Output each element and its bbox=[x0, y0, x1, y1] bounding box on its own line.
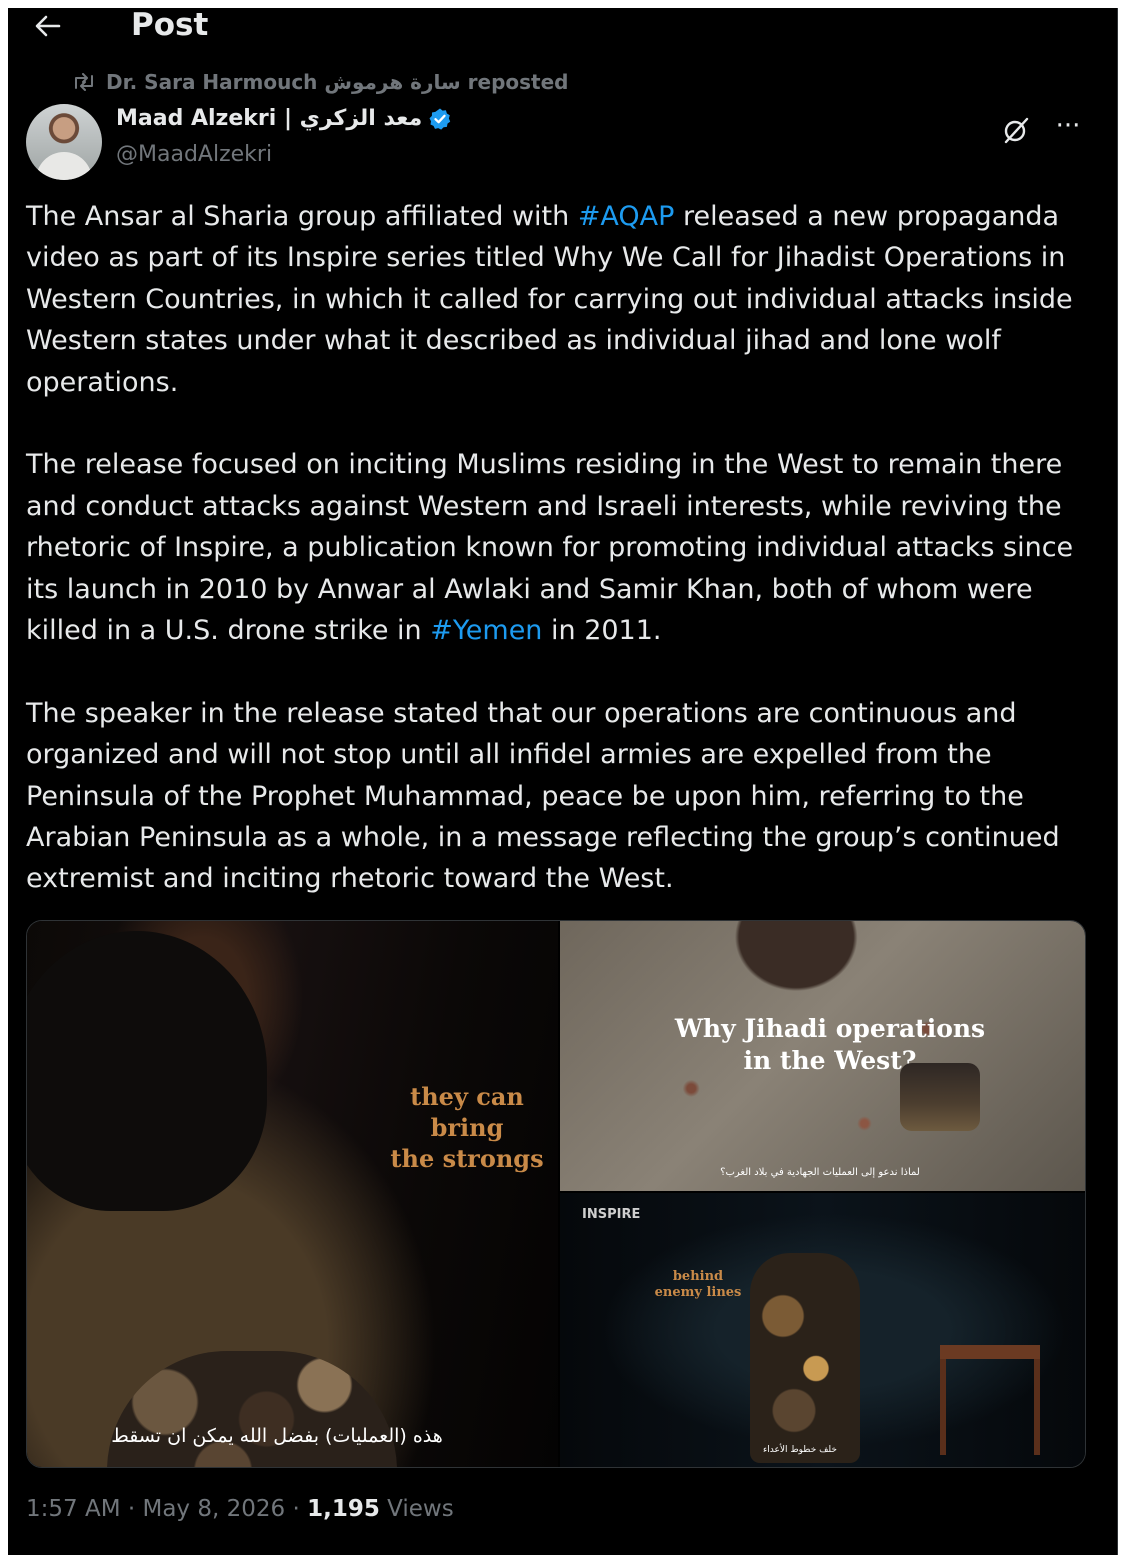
grok-icon bbox=[1004, 117, 1029, 144]
post-paragraph-2: The release focused on inciting Muslims … bbox=[26, 444, 1101, 651]
media-grid: they can bring the strongs هذه (العمليات… bbox=[26, 920, 1086, 1468]
brick-object bbox=[900, 1063, 980, 1131]
camouflage-jacket bbox=[107, 1351, 397, 1467]
repost-context[interactable]: Dr. Sara Harmouch سارة هرموش reposted bbox=[72, 70, 568, 94]
arabic-subtitle: خلف خطوط الأعداء bbox=[763, 1445, 837, 1455]
column-divider bbox=[1117, 8, 1118, 1555]
back-button[interactable] bbox=[28, 8, 68, 44]
overlay-line: enemy lines bbox=[654, 1285, 742, 1300]
verified-badge-icon bbox=[429, 108, 451, 130]
post-paragraph-1: The Ansar al Sharia group affiliated wit… bbox=[26, 196, 1101, 403]
post-time[interactable]: 1:57 AM bbox=[26, 1496, 121, 1522]
avatar-shirt bbox=[36, 152, 92, 180]
overlay-line: the strongs bbox=[390, 1144, 544, 1173]
meta-separator: · bbox=[285, 1496, 308, 1522]
overlay-line: they can bbox=[410, 1082, 524, 1111]
wooden-table bbox=[940, 1345, 1040, 1455]
top-bar: Post bbox=[8, 7, 1118, 48]
overlay-line: behind bbox=[672, 1269, 724, 1284]
video-overlay-text: behind enemy lines bbox=[638, 1269, 758, 1301]
author-name-text: Maad Alzekri | معد الزكري bbox=[116, 106, 423, 131]
author-handle[interactable]: @MaadAlzekri bbox=[116, 142, 272, 167]
post-date[interactable]: May 8, 2026 bbox=[142, 1496, 285, 1522]
inspire-logo: INSPIRE bbox=[582, 1207, 641, 1222]
media-image-1[interactable]: they can bring the strongs هذه (العمليات… bbox=[27, 921, 558, 1467]
avatar[interactable] bbox=[26, 104, 102, 180]
hashtag-link-aqap[interactable]: #AQAP bbox=[578, 201, 675, 232]
author-name[interactable]: Maad Alzekri | معد الزكري bbox=[116, 106, 452, 131]
page-title: Post bbox=[131, 7, 209, 43]
arabic-subtitle: لماذا ندعو إلى العمليات الجهادية في بلاد… bbox=[720, 1167, 920, 1178]
more-options-button[interactable]: ··· bbox=[1048, 110, 1088, 142]
views-count: 1,195 bbox=[307, 1496, 380, 1522]
post-detail-page: Post Dr. Sara Harmouch سارة هرموش repost… bbox=[8, 7, 1118, 1555]
media-image-3[interactable]: INSPIRE behind enemy lines خلف خطوط الأع… bbox=[560, 1193, 1085, 1467]
meta-separator: · bbox=[120, 1496, 143, 1522]
media-image-2[interactable]: Why Jihadi operations in the West? لماذا… bbox=[560, 921, 1085, 1191]
post-text: The Ansar al Sharia group affiliated wit… bbox=[26, 196, 1101, 941]
arabic-subtitle: هذه (العمليات) بفضل الله يمكن ان تسقط bbox=[111, 1425, 443, 1447]
overlay-line: bring bbox=[430, 1113, 504, 1142]
post-text-span: in 2011. bbox=[542, 615, 662, 647]
arrow-left-icon bbox=[35, 15, 61, 37]
post-meta: 1:57 AM · May 8, 2026 · 1,195 Views bbox=[26, 1496, 454, 1522]
standing-figure bbox=[750, 1253, 860, 1463]
post-text-span: The Ansar al Sharia group affiliated wit… bbox=[26, 201, 578, 232]
views-label: Views bbox=[379, 1496, 454, 1522]
hooded-figure bbox=[27, 931, 267, 1211]
hashtag-link-yemen[interactable]: #Yemen bbox=[430, 615, 542, 646]
grok-button[interactable] bbox=[1000, 114, 1032, 146]
post-paragraph-3: The speaker in the release stated that o… bbox=[26, 697, 1060, 895]
repost-icon bbox=[75, 73, 93, 91]
overlay-line: Why Jihadi operations bbox=[674, 1014, 986, 1043]
repost-text: Dr. Sara Harmouch سارة هرموش reposted bbox=[106, 70, 569, 94]
video-overlay-text: they can bring the strongs bbox=[377, 1081, 557, 1174]
